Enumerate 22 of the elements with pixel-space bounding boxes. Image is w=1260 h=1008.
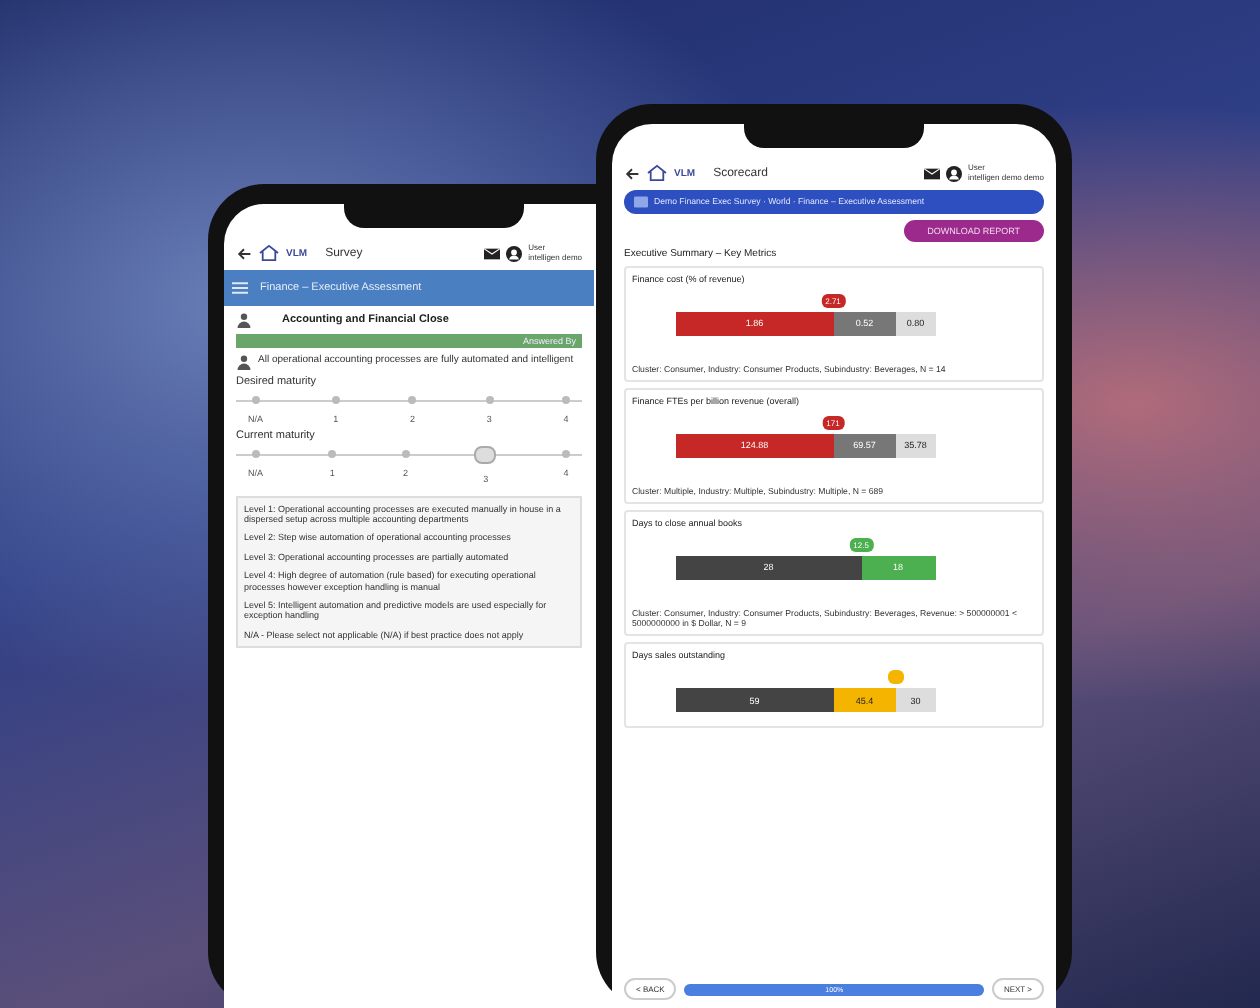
back-arrow-icon[interactable] — [624, 165, 640, 182]
list-icon — [634, 195, 648, 208]
menu-icon[interactable] — [232, 279, 248, 296]
user-icon[interactable] — [945, 165, 962, 182]
mail-icon[interactable] — [484, 245, 501, 262]
scale-option[interactable] — [561, 449, 570, 458]
person-icon — [236, 311, 252, 328]
scale-option[interactable] — [474, 445, 497, 464]
scale-option[interactable] — [328, 449, 337, 458]
back-arrow-icon[interactable] — [236, 245, 252, 262]
scale-option[interactable] — [408, 395, 417, 404]
mail-icon[interactable] — [923, 165, 940, 182]
scale-option[interactable] — [561, 395, 570, 404]
scale-option[interactable] — [331, 395, 340, 404]
house-logo-icon — [646, 164, 668, 183]
scale-option[interactable] — [251, 449, 260, 458]
scale-option[interactable] — [401, 449, 410, 458]
scale-option[interactable] — [251, 395, 260, 404]
person-icon — [236, 353, 252, 370]
house-logo-icon — [258, 244, 280, 263]
scale-option[interactable] — [485, 395, 494, 404]
user-icon[interactable] — [506, 245, 523, 262]
